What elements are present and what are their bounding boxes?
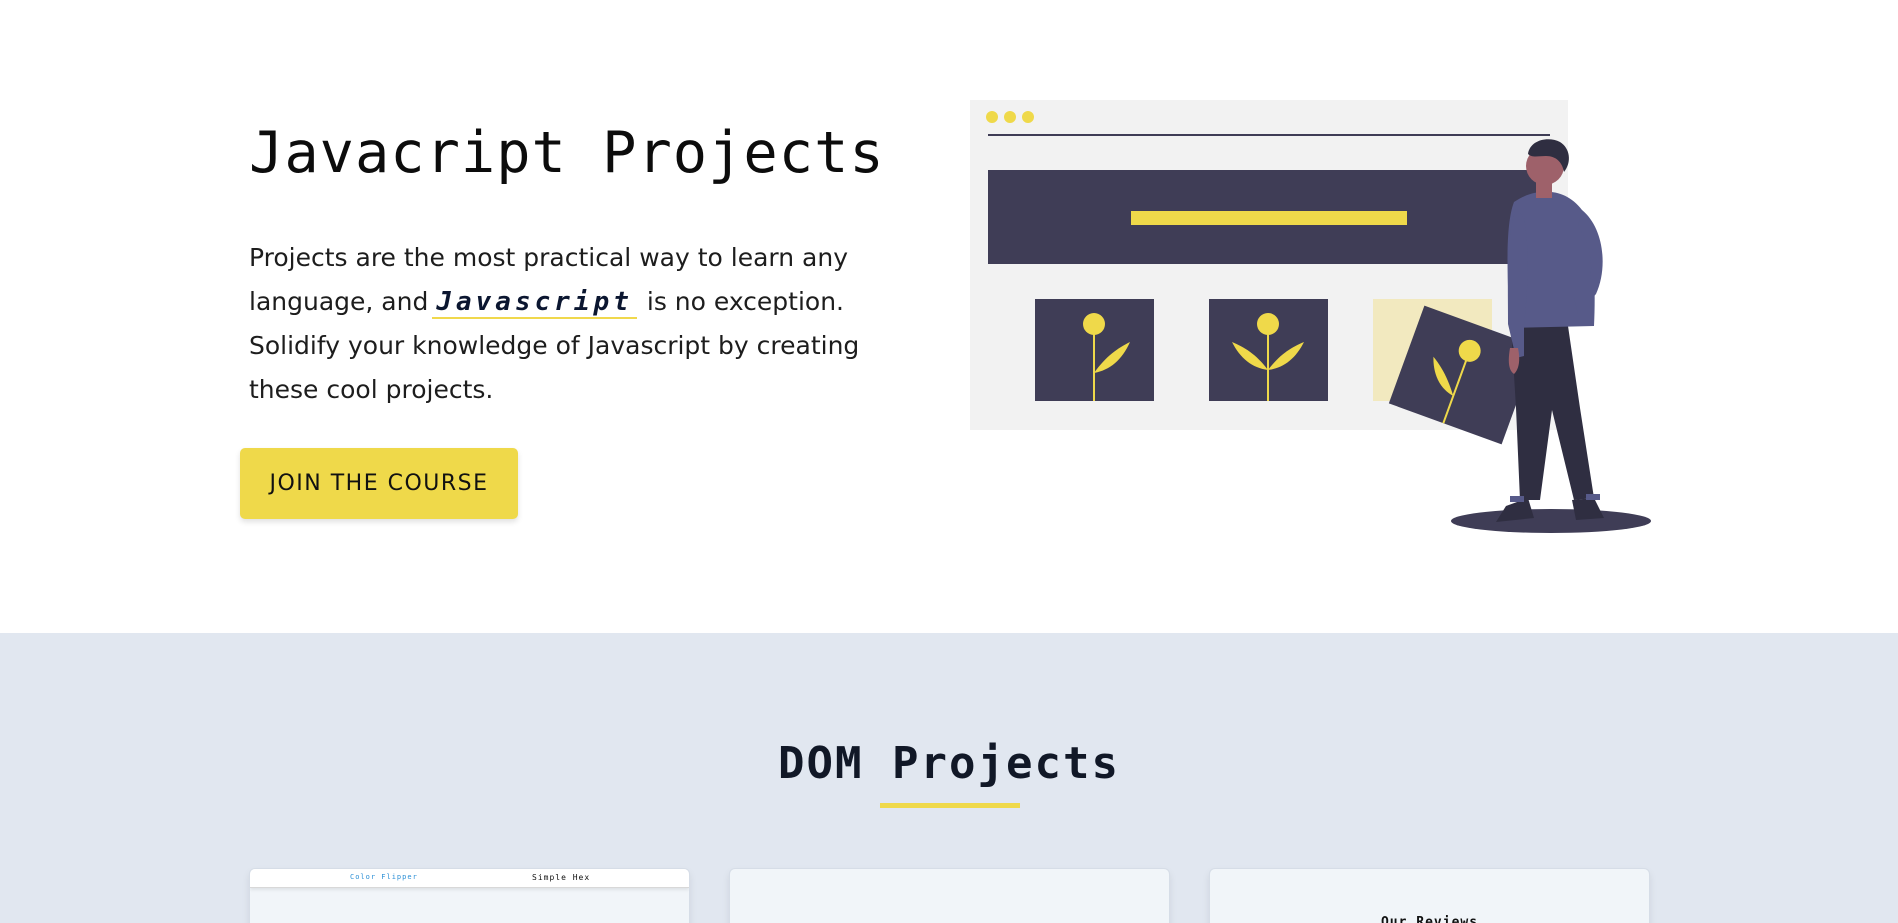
window-dot-icon bbox=[1022, 111, 1034, 123]
card-preview-navbar: Color Flipper Simple Hex bbox=[250, 869, 689, 888]
section-title: DOM Projects bbox=[778, 738, 1120, 789]
plant-tile-illustration bbox=[1035, 299, 1154, 401]
project-card-reviews[interactable]: Our Reviews bbox=[1209, 868, 1650, 923]
hero-description: Projects are the most practical way to l… bbox=[249, 236, 889, 412]
join-course-button[interactable]: JOIN THE COURSE bbox=[240, 448, 518, 519]
preview-nav-link: Color Flipper bbox=[350, 873, 418, 881]
section-title-underline bbox=[880, 803, 1020, 808]
hero-title: Javacript Projects bbox=[249, 120, 885, 186]
hero-section: Javacript Projects Projects are the most… bbox=[0, 0, 1898, 633]
javascript-highlight: Javascript bbox=[432, 287, 637, 319]
preview-heading: Our Reviews bbox=[1380, 915, 1479, 923]
preview-nav-link: Simple Hex bbox=[532, 873, 591, 882]
banner-bar-illustration bbox=[1131, 211, 1407, 225]
plant-tile-illustration bbox=[1209, 299, 1328, 401]
project-card-color-flipper[interactable]: Color Flipper Simple Hex bbox=[249, 868, 690, 923]
window-dot-icon bbox=[1004, 111, 1016, 123]
window-dot-icon bbox=[986, 111, 998, 123]
dom-projects-section: DOM Projects Color Flipper Simple Hex Ou… bbox=[0, 633, 1898, 923]
project-card[interactable] bbox=[729, 868, 1170, 923]
hero-illustration bbox=[970, 100, 1651, 533]
